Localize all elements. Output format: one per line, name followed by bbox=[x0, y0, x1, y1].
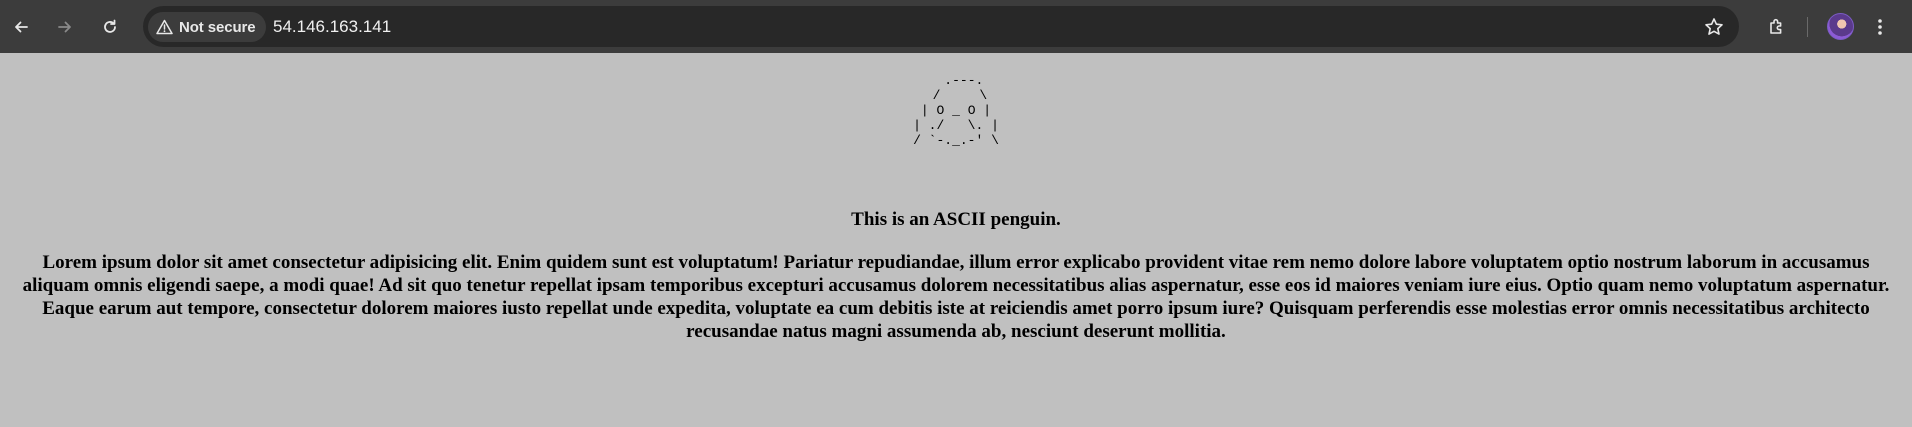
url-text[interactable]: 54.146.163.141 bbox=[273, 17, 391, 37]
site-info-chip[interactable]: Not secure bbox=[148, 12, 266, 42]
lorem-paragraph: Lorem ipsum dolor sit amet consectetur a… bbox=[22, 252, 1890, 342]
extensions-button[interactable] bbox=[1762, 12, 1792, 42]
bookmark-button[interactable] bbox=[1701, 14, 1727, 40]
penguin-caption: This is an ASCII penguin. bbox=[851, 209, 1061, 230]
forward-button[interactable] bbox=[50, 12, 80, 42]
browser-toolbar: Not secure 54.146.163.141 bbox=[0, 0, 1912, 53]
browser-menu-button[interactable] bbox=[1868, 12, 1892, 42]
avatar[interactable] bbox=[1827, 13, 1854, 40]
reload-icon bbox=[104, 19, 116, 33]
address-bar[interactable]: Not secure 54.146.163.141 bbox=[143, 6, 1739, 47]
page-content: .---. / \ | O _ O | | ./ \. | / `-._.-' … bbox=[0, 53, 1912, 427]
forward-icon bbox=[58, 21, 71, 33]
extensions-icon bbox=[1770, 18, 1782, 34]
back-button[interactable] bbox=[6, 12, 36, 42]
back-icon bbox=[15, 21, 28, 33]
toolbar-divider bbox=[1807, 17, 1808, 37]
warning-icon bbox=[156, 19, 173, 35]
kebab-menu-icon bbox=[1878, 19, 1882, 35]
ascii-penguin: .---. / \ | O _ O | | ./ \. | / `-._.-' … bbox=[913, 73, 999, 148]
star-icon bbox=[1705, 18, 1723, 35]
security-label: Not secure bbox=[179, 18, 256, 36]
reload-button[interactable] bbox=[95, 12, 125, 42]
